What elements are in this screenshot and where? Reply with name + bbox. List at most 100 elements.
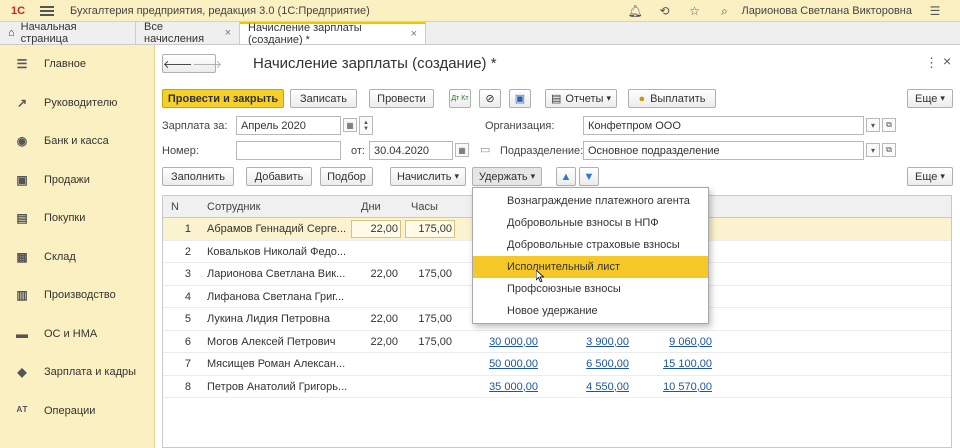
hours-value[interactable]: 175,00	[405, 263, 452, 285]
col-days[interactable]: Дни	[361, 196, 381, 218]
attach-button[interactable]: ⊘	[479, 89, 501, 108]
close-icon[interactable]: ×	[411, 28, 417, 40]
department-field[interactable]: Основное подразделение	[583, 141, 864, 160]
more-button[interactable]: Еще	[907, 89, 953, 108]
hours-value[interactable]	[405, 286, 452, 308]
accrual-amount[interactable]: 50 000,00	[465, 353, 538, 375]
post-and-close-button[interactable]: Провести и закрыть	[162, 89, 284, 108]
employee-name[interactable]: Мясищев Роман Алексан...	[207, 353, 345, 375]
nav-assets[interactable]: ▬ ОС и НМА	[0, 315, 154, 354]
nav-operations[interactable]: ᴬᵀ Операции	[0, 392, 154, 431]
days-value[interactable]	[351, 376, 398, 398]
open-icon[interactable]: ⧉	[882, 118, 896, 132]
employee-name[interactable]: Абрамов Геннадий Серге...	[207, 218, 346, 240]
deduction-amount[interactable]: 4 550,00	[553, 376, 629, 398]
pick-button[interactable]: Подбор	[320, 167, 373, 186]
hours-value[interactable]: 175,00	[405, 218, 452, 240]
days-value[interactable]: 22,00	[351, 218, 398, 240]
hours-value[interactable]	[405, 241, 452, 263]
reports-button[interactable]: ▤ Отчеты	[545, 89, 617, 108]
col-hours[interactable]: Часы	[411, 196, 438, 218]
star-icon[interactable]: ☆	[687, 4, 701, 18]
table-row[interactable]: 8 Петров Анатолий Григорь... 35 000,00 4 55…	[163, 376, 951, 398]
employee-name[interactable]: Лифанова Светлана Григ...	[207, 286, 344, 308]
employee-name[interactable]: Могов Алексей Петрович	[207, 331, 335, 353]
hours-value[interactable]	[405, 376, 452, 398]
nav-manager[interactable]: ↗ Руководителю	[0, 84, 154, 123]
nav-purchases[interactable]: ▤ Покупки	[0, 199, 154, 238]
days-value[interactable]: 22,00	[351, 308, 398, 330]
salary-month-field[interactable]: Апрель 2020	[236, 116, 341, 135]
close-icon[interactable]: ×	[225, 27, 231, 39]
chevron-down-icon[interactable]: ▾	[866, 118, 880, 132]
days-value[interactable]	[351, 241, 398, 263]
tab-home[interactable]: ⌂ Начальная страница	[0, 21, 136, 45]
pay-button[interactable]: ● Выплатить	[628, 89, 716, 108]
number-field[interactable]	[236, 141, 341, 160]
days-value[interactable]: 22,00	[351, 263, 398, 285]
kebab-icon[interactable]: ⋮	[925, 55, 938, 71]
more-menu-icon[interactable]: ☰	[928, 4, 942, 18]
employee-name[interactable]: Ковальков Николай Федо...	[207, 241, 346, 263]
bell-icon[interactable]: 🔔︎	[627, 4, 642, 18]
fill-button[interactable]: Заполнить	[162, 167, 234, 186]
nav-payroll[interactable]: ◆ Зарплата и кадры	[0, 353, 154, 392]
deduction-amount[interactable]: 3 900,00	[553, 331, 629, 353]
dropdown-item[interactable]: Добровольные взносы в НПФ	[473, 212, 708, 234]
tab-all-accruals[interactable]: Все начисления ×	[136, 21, 240, 45]
dropdown-item[interactable]: Профсоюзные взносы	[473, 278, 708, 300]
dropdown-item[interactable]: Исполнительный лист	[473, 256, 708, 278]
hours-value[interactable]: 175,00	[405, 331, 452, 353]
nav-production[interactable]: ▥ Производство	[0, 276, 154, 315]
nav-warehouse[interactable]: ▦ Склад	[0, 238, 154, 277]
history-icon[interactable]: ⟲	[657, 4, 671, 18]
contribution-amount[interactable]: 15 100,00	[633, 353, 712, 375]
dt-kt-button[interactable]: Дт Кт	[449, 89, 471, 108]
post-button[interactable]: Провести	[369, 89, 434, 108]
employee-name[interactable]: Петров Анатолий Григорь...	[207, 376, 347, 398]
contribution-amount[interactable]: 10 570,00	[633, 376, 712, 398]
days-value[interactable]	[351, 353, 398, 375]
structure-button[interactable]: ▣	[509, 89, 531, 108]
nav-main[interactable]: ☰ Главное	[0, 45, 154, 84]
accrue-button[interactable]: Начислить	[390, 167, 466, 186]
days-value[interactable]: 22,00	[351, 331, 398, 353]
open-icon[interactable]: ⧉	[882, 143, 896, 157]
deduct-button[interactable]: Удержать	[472, 167, 542, 186]
back-arrow-icon[interactable]: 🡐	[163, 57, 193, 71]
save-button[interactable]: Записать	[290, 89, 357, 108]
days-value[interactable]	[351, 286, 398, 308]
employee-name[interactable]: Ларионова Светлана Вик...	[207, 263, 345, 285]
table-row[interactable]: 7 Мясищев Роман Алексан... 50 000,00 6 500,…	[163, 353, 951, 376]
accrual-amount[interactable]: 35 000,00	[465, 376, 538, 398]
move-up-button[interactable]: ▲	[556, 167, 576, 186]
add-button[interactable]: Добавить	[246, 167, 312, 186]
date-field[interactable]: 30.04.2020	[369, 141, 453, 160]
calendar-icon[interactable]: ▦	[455, 143, 469, 157]
contribution-amount[interactable]: 9 060,00	[633, 331, 712, 353]
month-spinner[interactable]: ▲ ▼	[359, 116, 373, 135]
accrual-amount[interactable]: 30 000,00	[465, 331, 538, 353]
hours-value[interactable]: 175,00	[405, 308, 452, 330]
col-employee[interactable]: Сотрудник	[207, 196, 260, 218]
organization-field[interactable]: Конфетпром ООО	[583, 116, 864, 135]
forward-arrow-icon[interactable]: 🡒	[193, 57, 223, 71]
close-form-icon[interactable]: ×	[943, 53, 951, 69]
dropdown-item[interactable]: Вознаграждение платежного агента	[473, 190, 708, 212]
dropdown-item[interactable]: Добровольные страховые взносы	[473, 234, 708, 256]
nav-bank[interactable]: ◉ Банк и касса	[0, 122, 154, 161]
employee-name[interactable]: Лукина Лидия Петровна	[207, 308, 330, 330]
user-name[interactable]: Ларионова Светлана Викторовна	[741, 5, 912, 17]
main-menu-icon[interactable]	[40, 5, 54, 16]
nav-sales[interactable]: ▣ Продажи	[0, 161, 154, 200]
col-n[interactable]: N	[171, 196, 179, 218]
table-more-button[interactable]: Еще	[907, 167, 953, 186]
deduction-amount[interactable]: 6 500,00	[553, 353, 629, 375]
hours-value[interactable]	[405, 353, 452, 375]
dropdown-item[interactable]: Новое удержание	[473, 300, 708, 322]
tab-payroll-doc[interactable]: Начисление зарплаты (создание) * ×	[240, 22, 426, 46]
calendar-icon[interactable]: ▦	[343, 118, 357, 132]
table-row[interactable]: 6 Могов Алексей Петрович 22,00 175,00 30 000…	[163, 331, 951, 353]
comment-icon[interactable]: ▭	[480, 143, 490, 156]
move-down-button[interactable]: ▼	[579, 167, 599, 186]
